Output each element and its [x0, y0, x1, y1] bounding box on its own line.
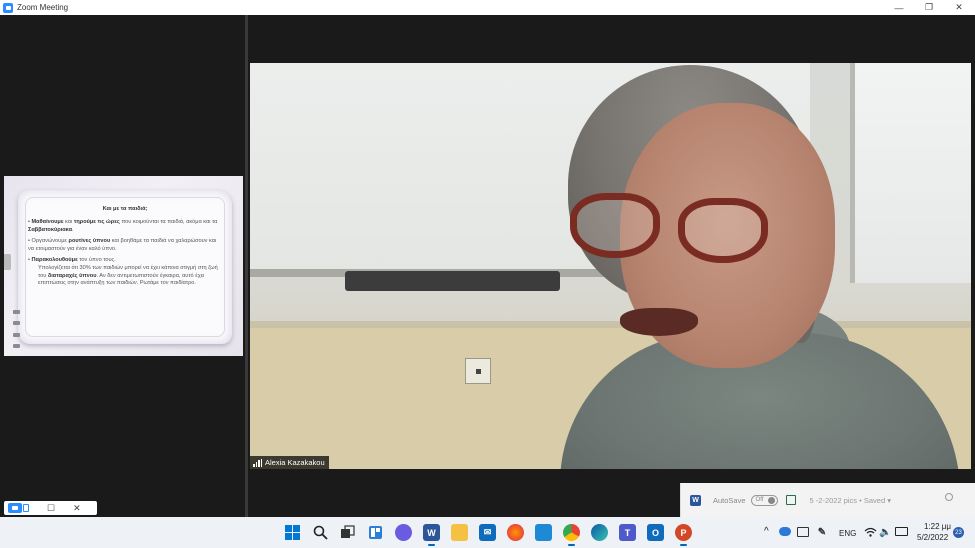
volume-icon[interactable]: 🔈	[879, 526, 892, 538]
slide-bullet-1: • Μαθαίνουμε και τηρούμε τις ώρες που κο…	[28, 219, 218, 233]
document-name[interactable]: 5 -2-2022 pics • Saved ▾	[810, 496, 891, 505]
onedrive-icon[interactable]	[779, 527, 791, 536]
battery-icon[interactable]	[895, 527, 908, 536]
autosave-toggle[interactable]: Off	[750, 494, 778, 506]
glasses-right	[678, 198, 768, 263]
word-taskbar-icon[interactable]: W	[423, 524, 440, 546]
glasses-left	[570, 193, 660, 258]
keyboard-icon[interactable]	[797, 527, 809, 537]
tray-overflow-chevron[interactable]: ^	[764, 526, 769, 537]
save-icon[interactable]	[785, 495, 796, 505]
participant-name: Alexia Kazakakou	[265, 458, 325, 467]
participant-name-label: Alexia Kazakakou	[250, 456, 329, 469]
window-title: Zoom Meeting	[17, 3, 69, 12]
chrome-icon[interactable]	[563, 524, 580, 546]
language-indicator[interactable]: ENG	[839, 529, 856, 538]
snipping-tool-icon[interactable]	[535, 524, 552, 541]
teams-icon[interactable]: T	[619, 524, 636, 541]
pen-icon[interactable]: ✎	[816, 526, 828, 538]
zoom-icon[interactable]	[8, 503, 22, 513]
word-window-preview[interactable]: W AutoSave Off 5 -2-2022 pics • Saved ▾	[680, 483, 975, 517]
close-window-button[interactable]: ✕	[73, 501, 81, 515]
notification-badge[interactable]: 23	[953, 527, 964, 538]
window	[850, 63, 971, 283]
mail-icon[interactable]: ✉	[479, 524, 496, 541]
clock-time[interactable]: 1:22 μμ	[924, 522, 951, 531]
slide-nav-controls[interactable]	[13, 310, 20, 348]
close-button[interactable]: ✕	[944, 0, 974, 15]
edge-icon[interactable]	[591, 524, 608, 541]
word-icon: W	[690, 494, 701, 506]
slide-content: Και με τα παιδιά; • Μαθαίνουμε και τηρού…	[28, 206, 222, 292]
restore-window-button[interactable]: ☐	[47, 501, 55, 515]
chat-icon[interactable]	[395, 524, 412, 541]
task-view-icon[interactable]	[339, 524, 356, 541]
slide-bullet-3: • Παρακολουθούμε τον ύπνο τους.	[28, 257, 116, 264]
title-bar: Zoom Meeting — ❐ ✕	[0, 0, 975, 15]
minimized-window-bar[interactable]: ☐ ✕	[4, 501, 97, 515]
slide-panel-handle[interactable]	[4, 254, 11, 270]
firefox-icon[interactable]	[507, 524, 524, 541]
file-explorer-icon[interactable]	[451, 524, 468, 541]
slide-bullet-2: • Οργανώνουμε ρουτίνες ύπνου και βοηθάμε…	[28, 238, 217, 252]
search-icon[interactable]	[312, 524, 329, 541]
taskbar: W ✉ T O P ^ ✎ ENG 🔈 1:22 μμ 5/2/2022	[0, 517, 975, 548]
share-window-icon[interactable]	[23, 504, 29, 512]
widgets-icon[interactable]	[367, 524, 384, 541]
shared-slide[interactable]: Και με τα παιδιά; • Μαθαίνουμε και τηρού…	[4, 176, 243, 356]
zoom-app-icon	[3, 2, 13, 13]
start-icon[interactable]	[284, 524, 301, 541]
wifi-icon[interactable]	[864, 526, 877, 538]
search-icon[interactable]	[945, 493, 953, 501]
signal-icon	[253, 458, 262, 467]
outlook-icon[interactable]: O	[647, 524, 664, 541]
autosave-label: AutoSave	[713, 495, 746, 505]
wall-outlet	[465, 358, 491, 384]
slide-bullet-3-detail: Υπολογίζεται ότι 30% των παιδιών μπορεί …	[38, 265, 218, 287]
restore-button[interactable]: ❐	[914, 0, 944, 15]
clock-date[interactable]: 5/2/2022	[917, 533, 948, 542]
participant-video[interactable]	[250, 63, 971, 469]
minimize-button[interactable]: —	[884, 0, 914, 15]
powerpoint-icon[interactable]: P	[675, 524, 692, 546]
slide-title: Και με τα παιδιά;	[102, 206, 148, 212]
